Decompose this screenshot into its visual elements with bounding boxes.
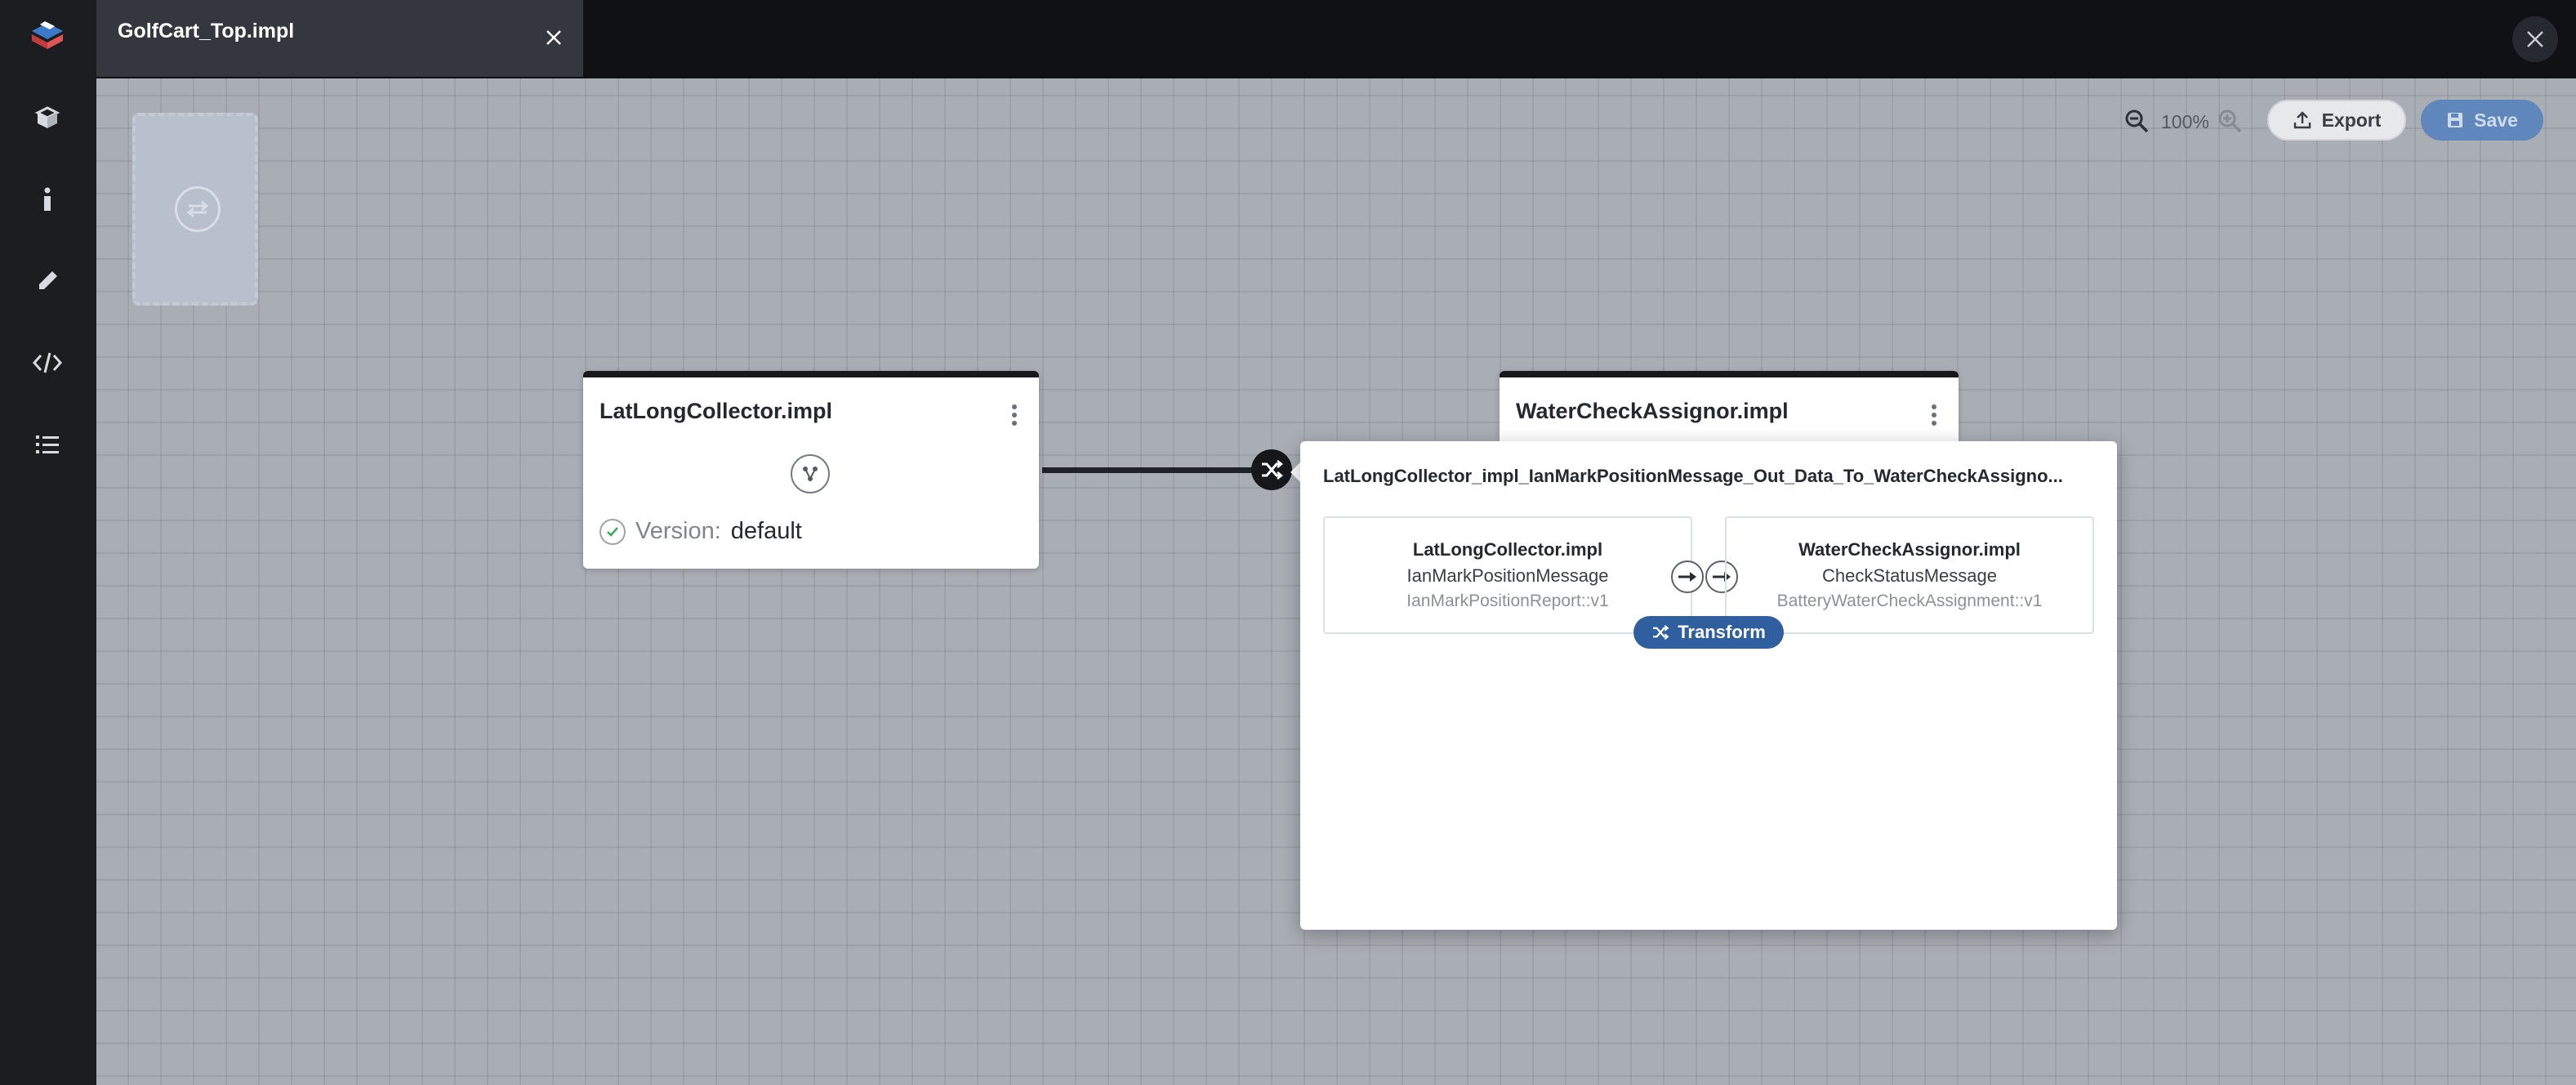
node-title: WaterCheckAssignor.impl	[1516, 399, 1789, 423]
component-drop-placeholder[interactable]	[132, 113, 258, 306]
export-label: Export	[2321, 109, 2382, 131]
tab-close-icon[interactable]	[537, 21, 570, 54]
top-bar: GolfCart_Top.impl	[96, 0, 2576, 78]
source-endpoint-card[interactable]: LatLongCollector.impl IanMarkPositionMes…	[1323, 516, 1692, 634]
export-button[interactable]: Export	[2267, 100, 2406, 141]
arrow-right-icon	[1671, 560, 1704, 593]
graph-icon[interactable]	[791, 454, 830, 493]
floppy-icon	[2448, 113, 2463, 127]
upload-icon	[2293, 111, 2311, 129]
target-message: CheckStatusMessage	[1822, 565, 1997, 586]
shuffle-icon	[1653, 625, 1669, 640]
kebab-menu-icon[interactable]	[1006, 399, 1023, 431]
pencil-icon[interactable]	[28, 261, 67, 301]
package-icon[interactable]	[28, 98, 67, 137]
transform-label: Transform	[1678, 622, 1766, 642]
component-node-latlongcollector[interactable]: LatLongCollector.impl Version: default	[583, 371, 1039, 569]
zoom-out-icon[interactable]	[2124, 108, 2150, 134]
node-title: LatLongCollector.impl	[599, 399, 833, 423]
connection-line[interactable]	[1042, 467, 1255, 473]
checklist-icon[interactable]	[28, 425, 67, 464]
check-icon	[599, 518, 626, 545]
tab-title: GolfCart_Top.impl	[118, 20, 295, 42]
version-row: Version: default	[599, 518, 802, 545]
source-message: IanMarkPositionMessage	[1406, 565, 1609, 586]
version-label: Version:	[635, 518, 721, 544]
target-component: WaterCheckAssignor.impl	[1798, 539, 2021, 560]
tab-golfcart-top[interactable]: GolfCart_Top.impl	[96, 0, 583, 77]
target-endpoint-card[interactable]: WaterCheckAssignor.impl CheckStatusMessa…	[1725, 516, 2094, 634]
zoom-in-icon[interactable]	[2217, 108, 2243, 134]
zoom-level: 100%	[2161, 111, 2209, 132]
logo-icon[interactable]	[28, 16, 67, 56]
transform-connection-icon[interactable]	[1251, 449, 1292, 490]
target-type: BatteryWaterCheckAssignment::v1	[1776, 592, 2043, 610]
info-icon[interactable]	[28, 180, 67, 219]
connection-details-popup: LatLongCollector_impl_IanMarkPositionMes…	[1300, 441, 2117, 930]
save-label: Save	[2474, 109, 2518, 131]
transform-button[interactable]: Transform	[1633, 616, 1784, 649]
version-value: default	[730, 518, 802, 544]
save-button[interactable]: Save	[2421, 100, 2543, 141]
component-node-watercheckassignor[interactable]: WaterCheckAssignor.impl	[1500, 371, 1959, 453]
connection-title: LatLongCollector_impl_IanMarkPositionMes…	[1323, 466, 2063, 486]
swap-icon	[175, 186, 221, 232]
close-window-icon[interactable]	[2512, 16, 2558, 62]
source-type: IanMarkPositionReport::v1	[1406, 592, 1609, 610]
source-component: LatLongCollector.impl	[1412, 539, 1603, 560]
kebab-menu-icon[interactable]	[1926, 399, 1942, 431]
popup-pointer	[1290, 462, 1300, 482]
code-icon[interactable]	[28, 343, 67, 382]
sidebar	[0, 0, 96, 1085]
